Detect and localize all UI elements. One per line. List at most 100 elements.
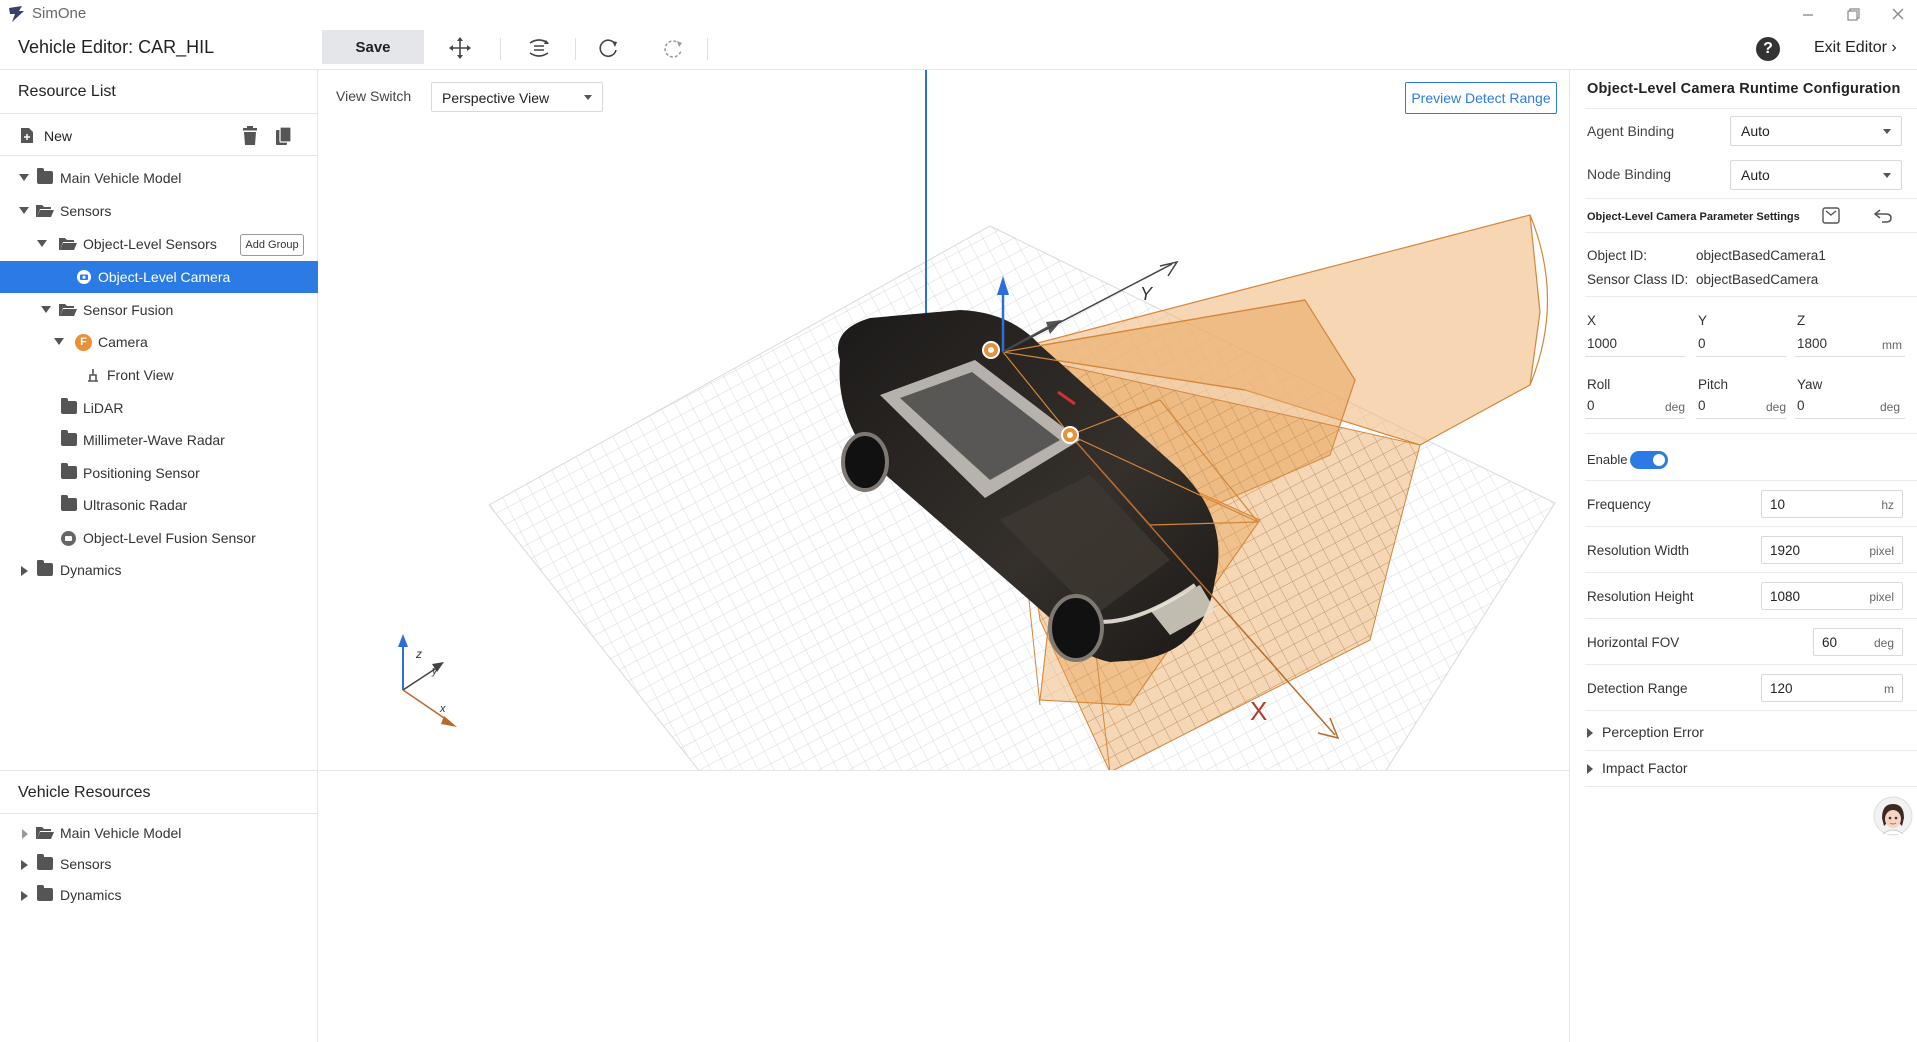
node-binding-label: Node Binding: [1587, 166, 1672, 182]
resolution-height-label: Resolution Height: [1587, 589, 1694, 604]
tree-item-ultrasonic-radar[interactable]: Ultrasonic Radar: [0, 489, 318, 521]
axis-label-y: Y: [1140, 284, 1154, 304]
resource-actions: New: [0, 114, 318, 156]
chevron-down-icon: [1883, 173, 1891, 178]
object-id-value: objectBasedCamera1: [1696, 248, 1826, 263]
vr-item-dynamics[interactable]: Dynamics: [0, 879, 318, 911]
folder-open-icon: [59, 304, 77, 316]
undo-icon[interactable]: [1873, 207, 1893, 224]
tree-item-camera[interactable]: F Camera: [0, 326, 318, 358]
vehicle-resources-title: Vehicle Resources: [18, 784, 151, 801]
scene-canvas[interactable]: Y X z y x: [319, 70, 1569, 770]
vr-item-sensors[interactable]: Sensors: [0, 848, 318, 880]
3d-viewport[interactable]: Y X z y x: [319, 70, 1569, 770]
tree-item-lidar[interactable]: LiDAR: [0, 392, 318, 424]
chevron-right-icon: [1587, 764, 1593, 774]
horizontal-fov-label: Horizontal FOV: [1587, 635, 1680, 650]
camera-sensor-icon: [77, 270, 91, 284]
resource-list-header: Resource List: [0, 70, 318, 114]
tree-item-main-vehicle-model[interactable]: Main Vehicle Model: [0, 162, 318, 194]
tree-item-front-view[interactable]: Front View: [0, 359, 318, 391]
roll-input[interactable]: 0: [1587, 398, 1595, 413]
delete-icon[interactable]: [241, 126, 259, 146]
assistant-avatar-icon[interactable]: [1873, 796, 1913, 836]
view-switch-label: View Switch: [336, 88, 412, 104]
refresh-icon: [664, 40, 682, 58]
folder-icon: [61, 463, 77, 479]
enable-toggle[interactable]: [1630, 451, 1668, 469]
move-tool[interactable]: [445, 34, 475, 62]
vr-item-main-vehicle-model[interactable]: Main Vehicle Model: [0, 817, 318, 849]
agent-binding-select[interactable]: Auto: [1730, 116, 1902, 146]
add-group-button[interactable]: Add Group: [240, 234, 304, 256]
resolution-width-input[interactable]: 1920 pixel: [1761, 536, 1903, 564]
sensor-class-label: Sensor Class ID:: [1587, 272, 1689, 287]
exit-editor-button[interactable]: Exit Editor ›: [1814, 39, 1897, 57]
tree-item-object-level-fusion-sensor[interactable]: Object-Level Fusion Sensor: [0, 522, 318, 554]
rotate-icon: [599, 39, 617, 57]
chevron-down-icon: [584, 95, 592, 100]
title-bar: SimOne: [0, 0, 1917, 28]
position-x-input[interactable]: 1000: [1587, 336, 1617, 351]
folder-icon: [37, 854, 53, 870]
fusion-sensor-icon: [61, 531, 76, 546]
svg-text:x: x: [439, 703, 446, 715]
horizontal-fov-input[interactable]: 60 deg: [1813, 628, 1903, 656]
chevron-down-icon: [1883, 129, 1891, 134]
vehicle-editor-title: Vehicle Editor: CAR_HIL: [18, 37, 215, 57]
pitch-input[interactable]: 0: [1698, 398, 1706, 413]
node-binding-select[interactable]: Auto: [1730, 160, 1902, 190]
detection-range-label: Detection Range: [1587, 681, 1688, 696]
new-button[interactable]: New: [16, 126, 116, 148]
resolution-width-label: Resolution Width: [1587, 543, 1690, 558]
position-z-input[interactable]: 1800: [1797, 336, 1827, 351]
impact-factor-section[interactable]: Impact Factor: [1587, 760, 1887, 780]
simone-logo-icon: [9, 6, 24, 22]
fusion-badge-icon: F: [75, 334, 92, 351]
copy-icon[interactable]: [275, 126, 293, 146]
rotate-axis-icon: [529, 39, 549, 57]
yaw-input[interactable]: 0: [1797, 398, 1805, 413]
tree-item-positioning-sensor[interactable]: Positioning Sensor: [0, 457, 318, 489]
position-y-input[interactable]: 0: [1698, 336, 1706, 351]
help-icon[interactable]: ?: [1756, 37, 1780, 61]
tree-item-dynamics[interactable]: Dynamics: [0, 554, 318, 586]
toolbar: Vehicle Editor: CAR_HIL Save ? Exit Edit…: [0, 28, 1917, 70]
new-file-icon: [21, 128, 33, 143]
tree-item-object-level-camera[interactable]: Object-Level Camera: [0, 261, 318, 293]
enable-label: Enable: [1587, 452, 1628, 467]
resolution-height-input[interactable]: 1080 pixel: [1761, 582, 1903, 610]
wheel-front: [1048, 594, 1104, 662]
tree-item-sensor-fusion[interactable]: Sensor Fusion: [0, 294, 318, 326]
reset-tool[interactable]: [658, 34, 688, 62]
close-icon[interactable]: [1885, 2, 1911, 26]
frequency-input[interactable]: 10 hz: [1761, 490, 1903, 518]
preview-detect-range-button[interactable]: Preview Detect Range: [1405, 82, 1557, 114]
tree-item-sensors[interactable]: Sensors: [0, 195, 318, 227]
chevron-right-icon: [1587, 728, 1593, 738]
perception-error-section[interactable]: Perception Error: [1587, 724, 1887, 744]
save-params-icon[interactable]: [1822, 207, 1840, 224]
app-name: SimOne: [32, 5, 87, 22]
save-button[interactable]: Save: [322, 30, 424, 64]
config-title: Object-Level Camera Runtime Configuratio…: [1587, 81, 1901, 97]
axis-label-x: X: [1250, 696, 1267, 726]
tree-item-millimeter-wave-radar[interactable]: Millimeter-Wave Radar: [0, 424, 318, 456]
minimize-icon[interactable]: [1795, 2, 1821, 26]
restore-icon[interactable]: [1840, 2, 1866, 26]
agent-binding-label: Agent Binding: [1587, 123, 1675, 139]
rotate-axis-tool[interactable]: [524, 34, 554, 62]
tree-item-object-level-sensors[interactable]: Object-Level Sensors Add Group: [0, 228, 318, 260]
wheel-rear: [841, 432, 889, 492]
move-icon: [449, 37, 471, 59]
object-id-label: Object ID:: [1587, 248, 1648, 263]
view-node-icon: [88, 369, 98, 382]
vehicle-resources-header: Vehicle Resources: [0, 770, 318, 814]
bottom-panel: [319, 770, 1569, 1042]
folder-open-icon: [36, 827, 54, 839]
rotate-tool[interactable]: [593, 34, 623, 62]
detection-range-input[interactable]: 120 m: [1761, 674, 1903, 702]
folder-icon: [61, 430, 77, 446]
view-switch-select[interactable]: Perspective View: [431, 82, 603, 112]
folder-icon: [37, 560, 53, 576]
